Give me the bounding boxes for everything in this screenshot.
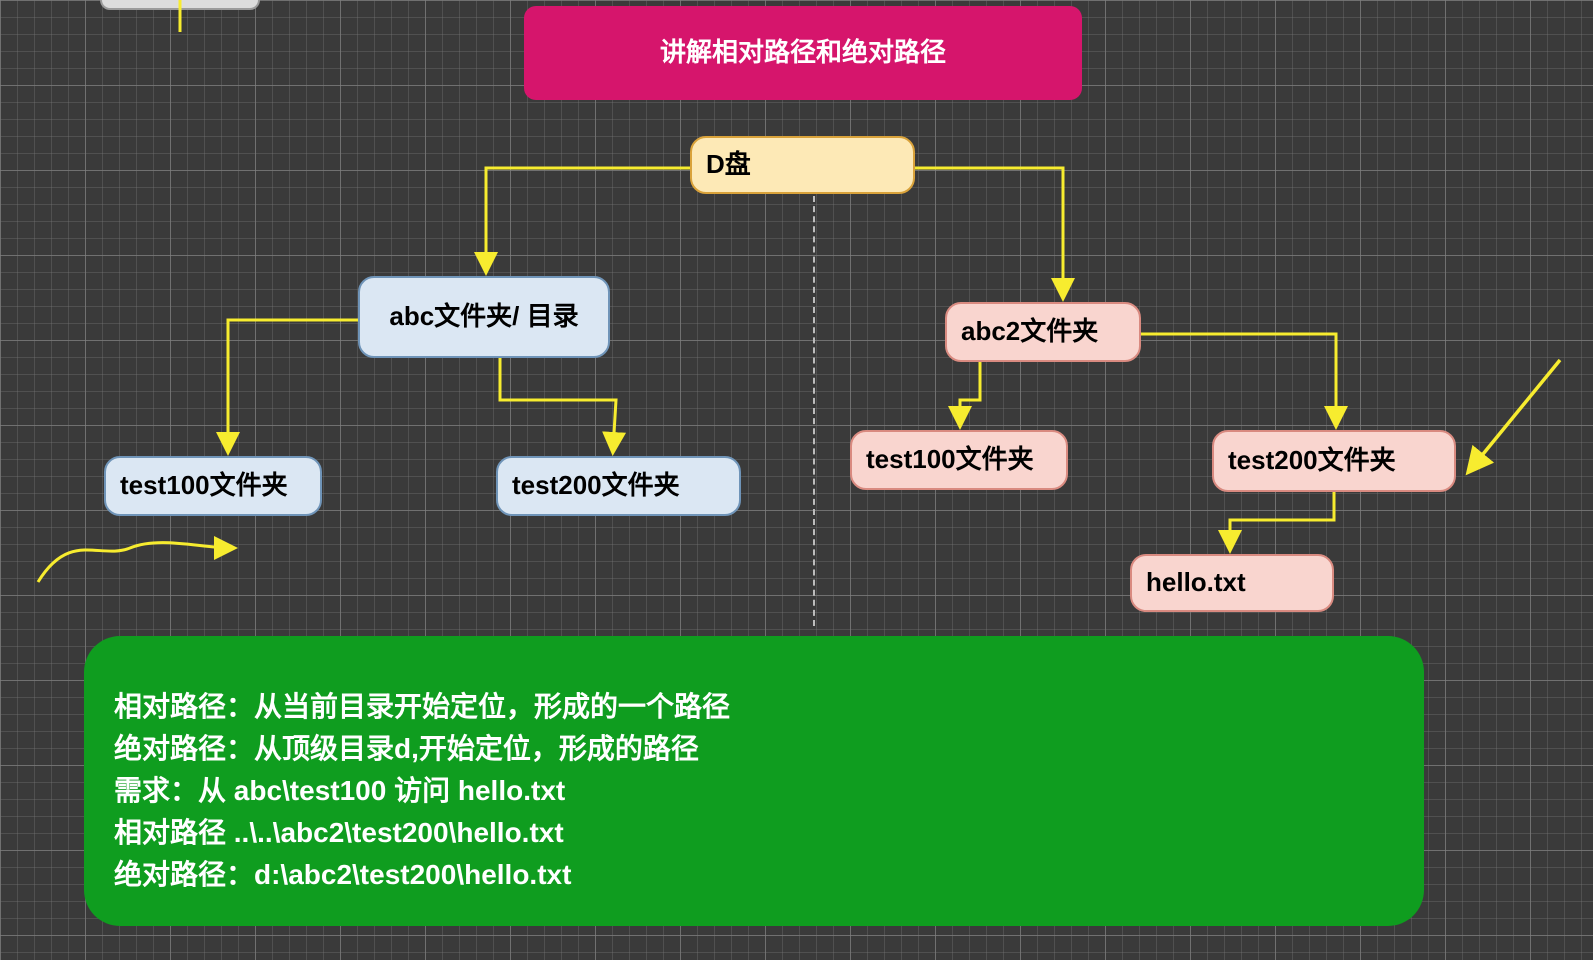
node-test200-right-label: test200文件夹 xyxy=(1228,445,1396,476)
node-abc-folder-label: abc文件夹/ 目录 xyxy=(389,301,578,332)
node-abc-folder[interactable]: abc文件夹/ 目录 xyxy=(358,276,610,358)
node-test200-left-label: test200文件夹 xyxy=(512,470,680,501)
node-test100-left-label: test100文件夹 xyxy=(120,470,288,501)
node-abc2-folder-label: abc2文件夹 xyxy=(961,316,1098,347)
partial-node-top-left[interactable] xyxy=(100,0,260,10)
node-test100-left[interactable]: test100文件夹 xyxy=(104,456,322,516)
diagram-canvas: 讲解相对路径和绝对路径 D盘 abc文件夹/ 目录 abc2文件夹 test10… xyxy=(0,0,1593,960)
node-test100-right[interactable]: test100文件夹 xyxy=(850,430,1068,490)
panel-line-5: 绝对路径：d:\abc2\test200\hello.txt xyxy=(114,854,1394,896)
node-test200-right[interactable]: test200文件夹 xyxy=(1212,430,1456,492)
info-panel[interactable]: 相对路径：从当前目录开始定位，形成的一个路径 绝对路径：从顶级目录d,开始定位，… xyxy=(84,636,1424,926)
panel-line-4: 相对路径 ..\..\abc2\test200\hello.txt xyxy=(114,812,1394,854)
panel-line-3: 需求：从 abc\test100 访问 hello.txt xyxy=(114,770,1394,812)
node-d-drive[interactable]: D盘 xyxy=(690,136,915,194)
title-text: 讲解相对路径和绝对路径 xyxy=(660,37,946,68)
node-hello-txt[interactable]: hello.txt xyxy=(1130,554,1334,612)
divider-line xyxy=(813,196,815,626)
node-d-drive-label: D盘 xyxy=(706,149,751,180)
panel-line-2: 绝对路径：从顶级目录d,开始定位，形成的路径 xyxy=(114,728,1394,770)
node-abc2-folder[interactable]: abc2文件夹 xyxy=(945,302,1141,362)
node-test100-right-label: test100文件夹 xyxy=(866,444,1034,475)
title-box[interactable]: 讲解相对路径和绝对路径 xyxy=(524,6,1082,100)
node-test200-left[interactable]: test200文件夹 xyxy=(496,456,741,516)
node-hello-txt-label: hello.txt xyxy=(1146,567,1246,598)
panel-line-1: 相对路径：从当前目录开始定位，形成的一个路径 xyxy=(114,686,1394,728)
